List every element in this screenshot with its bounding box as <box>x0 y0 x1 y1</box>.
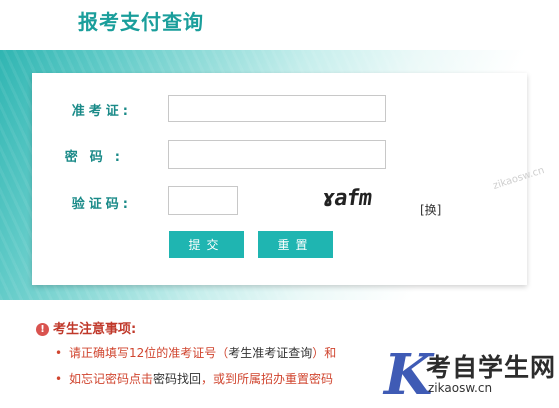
reset-button[interactable]: 重置 <box>258 231 333 258</box>
captcha-input[interactable] <box>168 186 238 215</box>
ticket-number-label: 准考证: <box>71 104 132 119</box>
notice-item1-prefix: 请正确填写12位的准考证号（ <box>69 346 229 360</box>
page-title: 报考支付查询 <box>78 10 204 34</box>
refresh-captcha-link[interactable]: [换] <box>420 201 441 218</box>
submit-button[interactable]: 提交 <box>169 231 244 258</box>
captcha-text: ɤafm <box>320 186 373 211</box>
list-item: • 如忘记密码点击密码找回，或到所属招办重置密码 <box>55 370 336 396</box>
notice-item2-suffix: ，或到所属招办重置密码 <box>201 372 334 386</box>
notice-item1-suffix: ）和 <box>312 346 337 360</box>
password-label: 密码: <box>64 150 132 165</box>
notice-title: 考生注意事项: <box>53 322 137 337</box>
watermark-text: 考自学生网 <box>426 353 557 382</box>
warning-icon: ! <box>36 323 49 336</box>
notice-list: • 请正确填写12位的准考证号（考生准考证查询）和 • 如忘记密码点击密码找回，或到… <box>55 344 336 396</box>
watermark-url: zikaosw.cn <box>428 381 493 395</box>
ticket-number-input[interactable] <box>168 95 386 122</box>
bullet-icon: • <box>55 346 63 360</box>
ticket-query-link[interactable]: 考生准考证查询 <box>228 346 312 360</box>
notice-header: ! 考生注意事项: <box>36 318 136 337</box>
site-watermark-logo: K 考自学生网 zikaosw.cn <box>384 344 559 407</box>
password-recovery-link[interactable]: 密码找回 <box>153 372 201 386</box>
login-form-card: zikaosw.cn 准考证: 密码: 验证码: ɤafm [换] 提交 重置 <box>32 73 546 285</box>
captcha-label: 验证码: <box>71 197 132 212</box>
notice-item2-prefix: 如忘记密码点击 <box>69 372 154 386</box>
password-input[interactable] <box>168 140 386 169</box>
bullet-icon: • <box>55 372 63 386</box>
captcha-image[interactable]: ɤafm <box>320 186 396 212</box>
list-item: • 请正确填写12位的准考证号（考生准考证查询）和 <box>55 344 336 370</box>
